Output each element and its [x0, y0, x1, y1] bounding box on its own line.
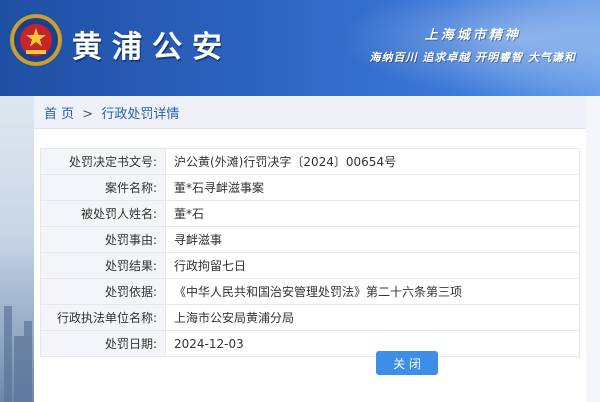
breadcrumb-bar: 首 页 > 行政处罚详情: [34, 96, 586, 129]
slogan-heading: 上海城市精神: [424, 28, 521, 43]
table-row: 处罚结果: 行政拘留七日: [40, 252, 580, 279]
breadcrumb-home-link[interactable]: 首 页: [44, 107, 74, 122]
penalty-detail-table: 处罚决定书文号: 沪公黄(外滩)行罚决字〔2024〕00654号 案件名称: 董…: [40, 148, 580, 357]
breadcrumb: 首 页 > 行政处罚详情: [44, 103, 179, 122]
table-row: 处罚日期: 2024-12-03: [40, 330, 580, 357]
building-shape: [14, 336, 24, 402]
breadcrumb-separator: >: [82, 107, 94, 122]
table-row: 处罚依据: 《中华人民共和国治安管理处罚法》第二十六条第三项: [40, 278, 580, 305]
site-title: 黄浦公安: [72, 30, 232, 65]
field-label: 处罚结果:: [40, 252, 166, 279]
site-header: 黄浦公安 上海城市精神 海纳百川 追求卓越 开明睿智 大气谦和: [0, 0, 600, 96]
field-value: 寻衅滋事: [165, 226, 580, 253]
table-row: 被处罚人姓名: 董*石: [40, 200, 580, 227]
field-value: 行政拘留七日: [165, 252, 580, 279]
building-shape: [4, 306, 12, 402]
field-value: 董*石: [165, 200, 580, 227]
field-value: 董*石寻衅滋事案: [165, 174, 580, 201]
building-shape: [24, 321, 32, 402]
field-value: 《中华人民共和国治安管理处罚法》第二十六条第三项: [165, 278, 580, 305]
field-label: 处罚决定书文号:: [40, 148, 166, 175]
field-label: 行政执法单位名称:: [40, 304, 166, 331]
table-row: 处罚决定书文号: 沪公黄(外滩)行罚决字〔2024〕00654号: [40, 148, 580, 175]
field-label: 处罚日期:: [40, 330, 166, 357]
left-city-decoration: [0, 96, 34, 402]
table-row: 案件名称: 董*石寻衅滋事案: [40, 174, 580, 201]
field-label: 处罚事由:: [40, 226, 166, 253]
city-slogan: 上海城市精神 海纳百川 追求卓越 开明睿智 大气谦和: [370, 24, 577, 65]
table-row: 行政执法单位名称: 上海市公安局黄浦分局: [40, 304, 580, 331]
field-value: 上海市公安局黄浦分局: [165, 304, 580, 331]
field-value: 2024-12-03: [165, 330, 580, 357]
police-emblem-icon: [8, 12, 64, 68]
close-button[interactable]: 关 闭: [376, 351, 438, 375]
field-label: 处罚依据:: [40, 278, 166, 305]
right-margin: [586, 96, 600, 402]
slogan-text: 海纳百川 追求卓越 开明睿智 大气谦和: [369, 51, 576, 64]
breadcrumb-current: 行政处罚详情: [101, 107, 180, 122]
field-label: 被处罚人姓名:: [40, 200, 166, 227]
main-content: 首 页 > 行政处罚详情 处罚决定书文号: 沪公黄(外滩)行罚决字〔2024〕0…: [34, 96, 586, 402]
table-row: 处罚事由: 寻衅滋事: [40, 226, 580, 253]
field-label: 案件名称:: [40, 174, 166, 201]
field-value: 沪公黄(外滩)行罚决字〔2024〕00654号: [165, 148, 580, 175]
